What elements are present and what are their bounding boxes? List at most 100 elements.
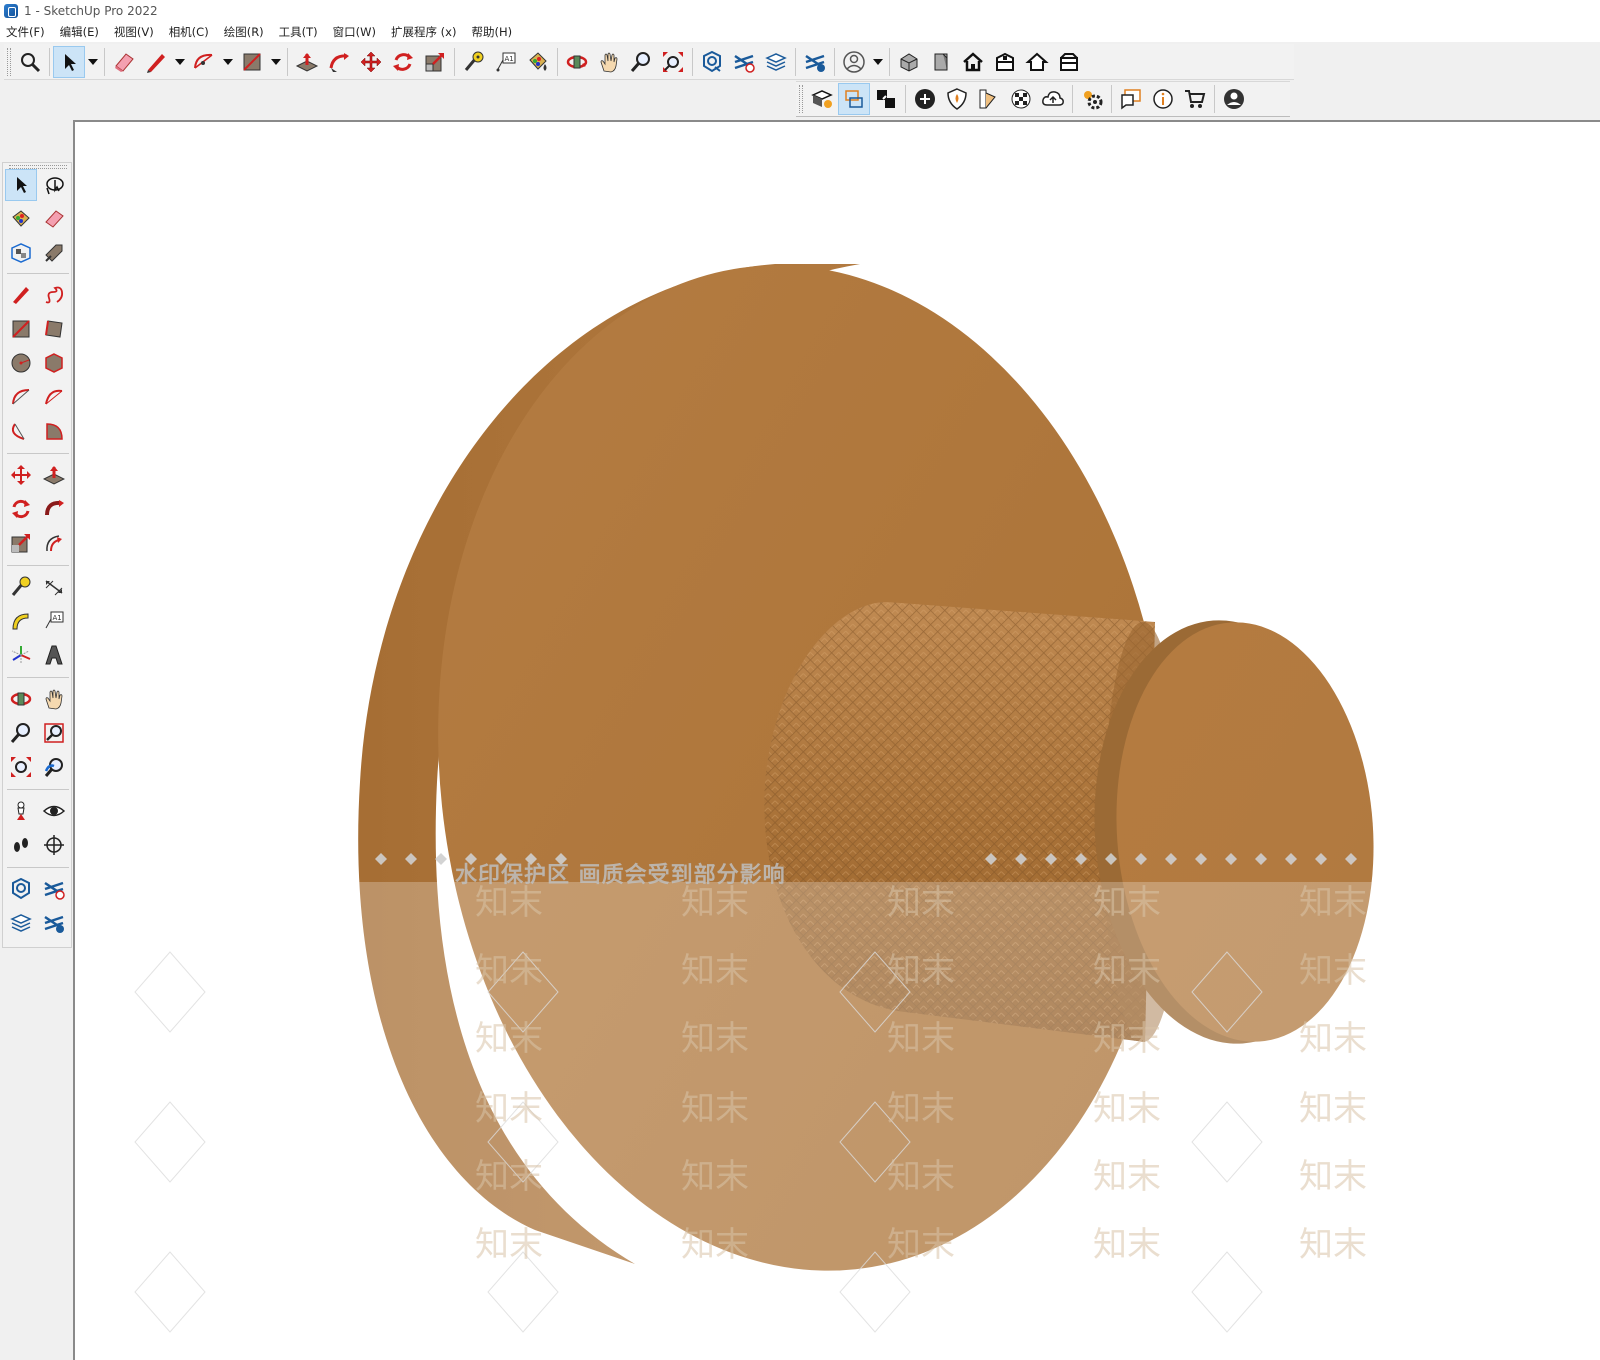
arc-dropdown-icon[interactable] — [220, 46, 236, 78]
rotated-rectangle-icon[interactable] — [38, 313, 70, 345]
back-view-icon[interactable] — [1021, 46, 1053, 78]
scale-icon[interactable] — [5, 527, 37, 559]
select-arrow-icon[interactable] — [53, 45, 85, 78]
layout-icon[interactable] — [5, 907, 37, 939]
comment-bubbles-icon[interactable] — [1115, 83, 1147, 115]
select-arrow-icon[interactable] — [5, 169, 37, 201]
tape-measure-icon[interactable] — [458, 46, 490, 78]
profile-icon[interactable] — [1218, 83, 1250, 115]
toolbar-grip[interactable] — [7, 47, 11, 76]
protractor-icon[interactable] — [5, 605, 37, 637]
orbit-icon[interactable] — [5, 683, 37, 715]
menu-tools[interactable]: 工具(T) — [279, 24, 318, 40]
menu-window[interactable]: 窗口(W) — [333, 24, 376, 40]
offset-icon[interactable] — [38, 527, 70, 559]
warehouse-icon[interactable] — [696, 46, 728, 78]
zoom-extents-icon[interactable] — [5, 751, 37, 783]
move-icon[interactable] — [5, 459, 37, 491]
zoom-icon[interactable] — [5, 717, 37, 749]
cloud-upload-icon[interactable] — [1037, 83, 1069, 115]
rotate-icon[interactable] — [387, 46, 419, 78]
eraser-icon[interactable] — [108, 46, 140, 78]
rectangle-icon[interactable] — [5, 313, 37, 345]
model-canvas[interactable]: 知末 知末 知末 知末 知末知末 知末 知末 知末 知末知末 知末 知末 知末 知末知末 知末 知末 知末 知末… — [75, 122, 1600, 1360]
previous-view-icon[interactable] — [38, 751, 70, 783]
push-pull-icon[interactable] — [38, 459, 70, 491]
lasso-select-icon[interactable] — [38, 169, 70, 201]
layout-icon[interactable] — [760, 46, 792, 78]
line-dropdown-icon[interactable] — [172, 46, 188, 78]
tag-tool-icon[interactable] — [38, 237, 70, 269]
section-plane-icon[interactable] — [38, 829, 70, 861]
home-view-icon[interactable] — [957, 46, 989, 78]
account-dropdown-icon[interactable] — [870, 46, 886, 78]
zoom-icon[interactable] — [625, 46, 657, 78]
pencil-line-icon[interactable] — [5, 279, 37, 311]
intersect-icon[interactable] — [870, 83, 902, 115]
rotate-icon[interactable] — [5, 493, 37, 525]
menu-draw[interactable]: 绘图(R) — [224, 24, 264, 40]
settings-gears-icon[interactable] — [1076, 83, 1108, 115]
iso-view-icon[interactable] — [893, 46, 925, 78]
shape-dropdown-icon[interactable] — [268, 46, 284, 78]
paint-bucket-icon[interactable] — [5, 203, 37, 235]
pan-hand-icon[interactable] — [593, 46, 625, 78]
follow-me-icon[interactable] — [38, 493, 70, 525]
add-circle-icon[interactable] — [909, 83, 941, 115]
zoom-window-icon[interactable] — [38, 717, 70, 749]
right-view-icon[interactable] — [1053, 46, 1085, 78]
polygon-icon[interactable] — [38, 347, 70, 379]
freehand-icon[interactable] — [38, 279, 70, 311]
text-label-icon[interactable]: A1 — [490, 46, 522, 78]
warehouse-icon[interactable] — [5, 873, 37, 905]
look-around-eye-icon[interactable] — [38, 795, 70, 827]
tape-measure-icon[interactable] — [5, 571, 37, 603]
menu-file[interactable]: 文件(F) — [6, 24, 45, 40]
dimension-icon[interactable] — [38, 571, 70, 603]
shopping-cart-icon[interactable] — [1179, 83, 1211, 115]
three-point-arc-icon[interactable] — [5, 415, 37, 447]
menu-camera[interactable]: 相机(C) — [169, 24, 209, 40]
move-icon[interactable] — [355, 46, 387, 78]
scale-icon[interactable] — [419, 46, 451, 78]
material-palette-icon[interactable] — [973, 83, 1005, 115]
toolbar-grip[interactable] — [799, 85, 803, 113]
top-view-icon[interactable] — [989, 46, 1021, 78]
checker-texture-icon[interactable] — [1005, 83, 1037, 115]
arc-icon[interactable] — [188, 46, 220, 78]
extension-warehouse-icon[interactable] — [728, 46, 760, 78]
pan-hand-icon[interactable] — [38, 683, 70, 715]
pie-icon[interactable] — [38, 415, 70, 447]
eraser-icon[interactable] — [38, 203, 70, 235]
position-camera-icon[interactable] — [5, 795, 37, 827]
make-component-icon[interactable] — [5, 237, 37, 269]
front-view-icon[interactable] — [925, 46, 957, 78]
3d-text-icon[interactable] — [38, 639, 70, 671]
menu-help[interactable]: 帮助(H) — [471, 24, 512, 40]
two-point-arc-icon[interactable] — [38, 381, 70, 413]
zoom-extents-icon[interactable] — [657, 46, 689, 78]
component-sync-icon[interactable] — [38, 907, 70, 939]
solid-tools-icon[interactable] — [806, 83, 838, 115]
outer-shell-icon[interactable] — [838, 83, 870, 115]
orbit-icon[interactable] — [561, 46, 593, 78]
walk-footprints-icon[interactable] — [5, 829, 37, 861]
circle-icon[interactable] — [5, 347, 37, 379]
component-sync-icon[interactable] — [799, 46, 831, 78]
menu-extensions[interactable]: 扩展程序 (x) — [391, 24, 456, 40]
paint-bucket-icon[interactable] — [522, 46, 554, 78]
text-label-icon[interactable]: A1 — [38, 605, 70, 637]
pencil-line-icon[interactable] — [140, 46, 172, 78]
info-icon[interactable] — [1147, 83, 1179, 115]
menu-view[interactable]: 视图(V) — [114, 24, 154, 40]
search-icon[interactable] — [14, 46, 46, 78]
select-dropdown-icon[interactable] — [85, 46, 101, 78]
push-pull-icon[interactable] — [291, 46, 323, 78]
follow-me-icon[interactable] — [323, 46, 355, 78]
arc-icon[interactable] — [5, 381, 37, 413]
modeling-viewport[interactable]: 知末 知末 知末 知末 知末 知末 知末 知末 知末 知末 知末 知末 知末 知末 知末 知末 知末 知末 知末 知末… — [73, 120, 1600, 1360]
menu-edit[interactable]: 编辑(E) — [60, 24, 99, 40]
extension-warehouse-icon[interactable] — [38, 873, 70, 905]
user-account-icon[interactable] — [838, 46, 870, 78]
rectangle-icon[interactable] — [236, 46, 268, 78]
